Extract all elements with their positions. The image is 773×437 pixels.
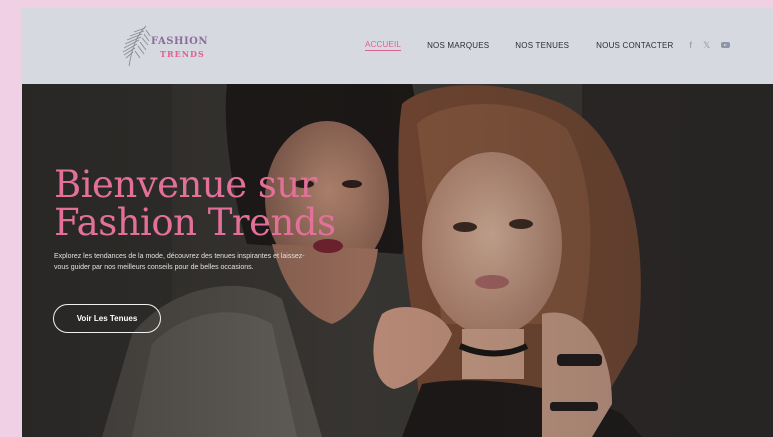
- main-nav: ACCUEIL NOS MARQUES NOS TENUES NOUS CONT…: [365, 38, 731, 52]
- browser-page: FASHION TRENDS ACCUEIL NOS MARQUES NOS T…: [22, 8, 773, 437]
- feather-logo-icon: [122, 25, 151, 67]
- nav-link-nos-marques[interactable]: NOS MARQUES: [427, 41, 489, 50]
- logo-word-fashion: FASHION: [151, 36, 208, 47]
- nav-link-nous-contacter[interactable]: NOUS CONTACTER: [596, 41, 673, 50]
- hero-title-line2: Fashion Trends: [54, 201, 336, 244]
- facebook-icon[interactable]: f: [690, 40, 693, 50]
- site-logo[interactable]: FASHION TRENDS: [120, 22, 207, 68]
- nav-link-accueil[interactable]: ACCUEIL: [365, 40, 402, 51]
- site-header: FASHION TRENDS ACCUEIL NOS MARQUES NOS T…: [22, 8, 773, 84]
- hero-section: Bienvenue sur Fashion Trends Explorez le…: [22, 84, 773, 437]
- logo-word-trends: TRENDS: [160, 49, 205, 59]
- hero-title: Bienvenue sur Fashion Trends: [54, 166, 336, 242]
- x-twitter-icon[interactable]: 𝕏: [703, 40, 710, 50]
- nav-link-nos-tenues[interactable]: NOS TENUES: [515, 41, 569, 50]
- social-links: f 𝕏: [690, 40, 731, 50]
- hero-title-line1: Bienvenue sur: [54, 163, 317, 206]
- see-outfits-button[interactable]: Voir Les Tenues: [53, 304, 161, 333]
- hero-lead-text: Explorez les tendances de la mode, décou…: [54, 253, 305, 271]
- youtube-icon[interactable]: [721, 42, 731, 48]
